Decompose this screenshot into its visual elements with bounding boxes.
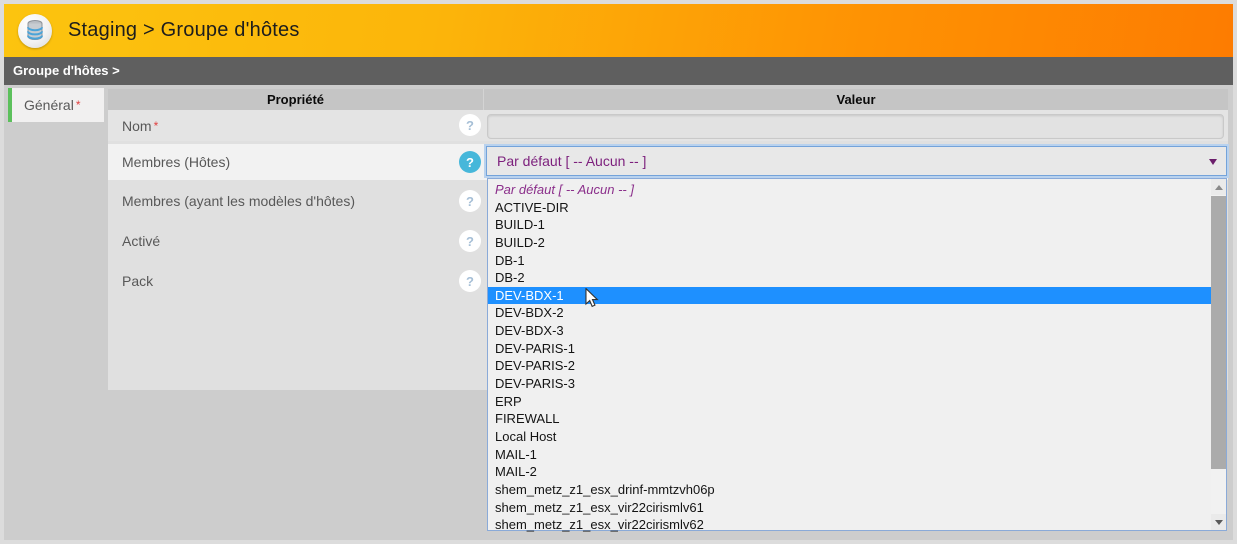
dropdown-options: Par défaut [ -- Aucun -- ] ACTIVE-DIR BU… [488,181,1211,534]
help-icon[interactable]: ? [459,190,481,212]
dropdown-option[interactable]: DEV-PARIS-1 [488,340,1211,358]
dropdown-option[interactable]: BUILD-1 [488,216,1211,234]
members-hosts-select[interactable]: Par défaut [ -- Aucun -- ] [486,146,1227,176]
field-label-pack: Pack [122,273,153,289]
field-label-nom: Nom [122,118,152,134]
dropdown-option[interactable]: ACTIVE-DIR [488,199,1211,217]
arrow-up-icon[interactable] [1211,179,1226,195]
mouse-cursor-icon [584,288,599,314]
page-title: Staging > Groupe d'hôtes [68,19,300,42]
required-marker: * [154,119,159,133]
dropdown-option[interactable]: ERP [488,393,1211,411]
dropdown-option[interactable]: shem_metz_z1_esx_drinf-mmtzvh06p [488,481,1211,499]
dropdown-option[interactable]: shem_metz_z1_esx_vir22cirismlv61 [488,499,1211,517]
dropdown-option[interactable]: BUILD-2 [488,234,1211,252]
dropdown-option[interactable]: DEV-PARIS-3 [488,375,1211,393]
name-input[interactable] [487,114,1224,139]
dropdown-option[interactable]: Par défaut [ -- Aucun -- ] [488,181,1211,199]
dropdown-option[interactable]: DEV-PARIS-2 [488,357,1211,375]
members-hosts-dropdown: Par défaut [ -- Aucun -- ] ACTIVE-DIR BU… [487,178,1227,531]
field-label-active: Activé [122,233,160,249]
database-icon [18,14,52,48]
tab-general-label: Général [24,97,74,113]
app-header: Staging > Groupe d'hôtes [4,4,1233,57]
scrollbar-thumb[interactable] [1211,196,1226,469]
dropdown-option[interactable]: DB-2 [488,269,1211,287]
field-label-membres-modeles: Membres (ayant les modèles d'hôtes) [122,193,355,209]
breadcrumb[interactable]: Groupe d'hôtes > [4,57,1233,85]
help-icon[interactable]: ? [459,270,481,292]
tab-general[interactable]: Général* [8,88,104,122]
dropdown-option[interactable]: MAIL-1 [488,446,1211,464]
dropdown-option[interactable]: FIREWALL [488,410,1211,428]
required-marker: * [76,98,81,112]
dropdown-option[interactable]: MAIL-2 [488,463,1211,481]
help-icon[interactable]: ? [459,151,481,173]
dropdown-option[interactable]: DEV-BDX-3 [488,322,1211,340]
field-label-membres-hotes: Membres (Hôtes) [122,154,230,170]
dropdown-option[interactable]: shem_metz_z1_esx_vir22cirismlv62 [488,516,1211,534]
column-header-property: Propriété [108,89,483,110]
dropdown-option[interactable]: DB-1 [488,252,1211,270]
help-icon[interactable]: ? [459,114,481,136]
select-value: Par défaut [ -- Aucun -- ] [497,153,646,169]
dropdown-scrollbar[interactable] [1211,179,1226,530]
arrow-down-icon[interactable] [1211,514,1226,530]
table-header-row: Propriété Valeur [108,89,1228,110]
column-header-value: Valeur [483,89,1228,110]
dropdown-option[interactable]: Local Host [488,428,1211,446]
chevron-down-icon [1209,159,1217,165]
help-icon[interactable]: ? [459,230,481,252]
